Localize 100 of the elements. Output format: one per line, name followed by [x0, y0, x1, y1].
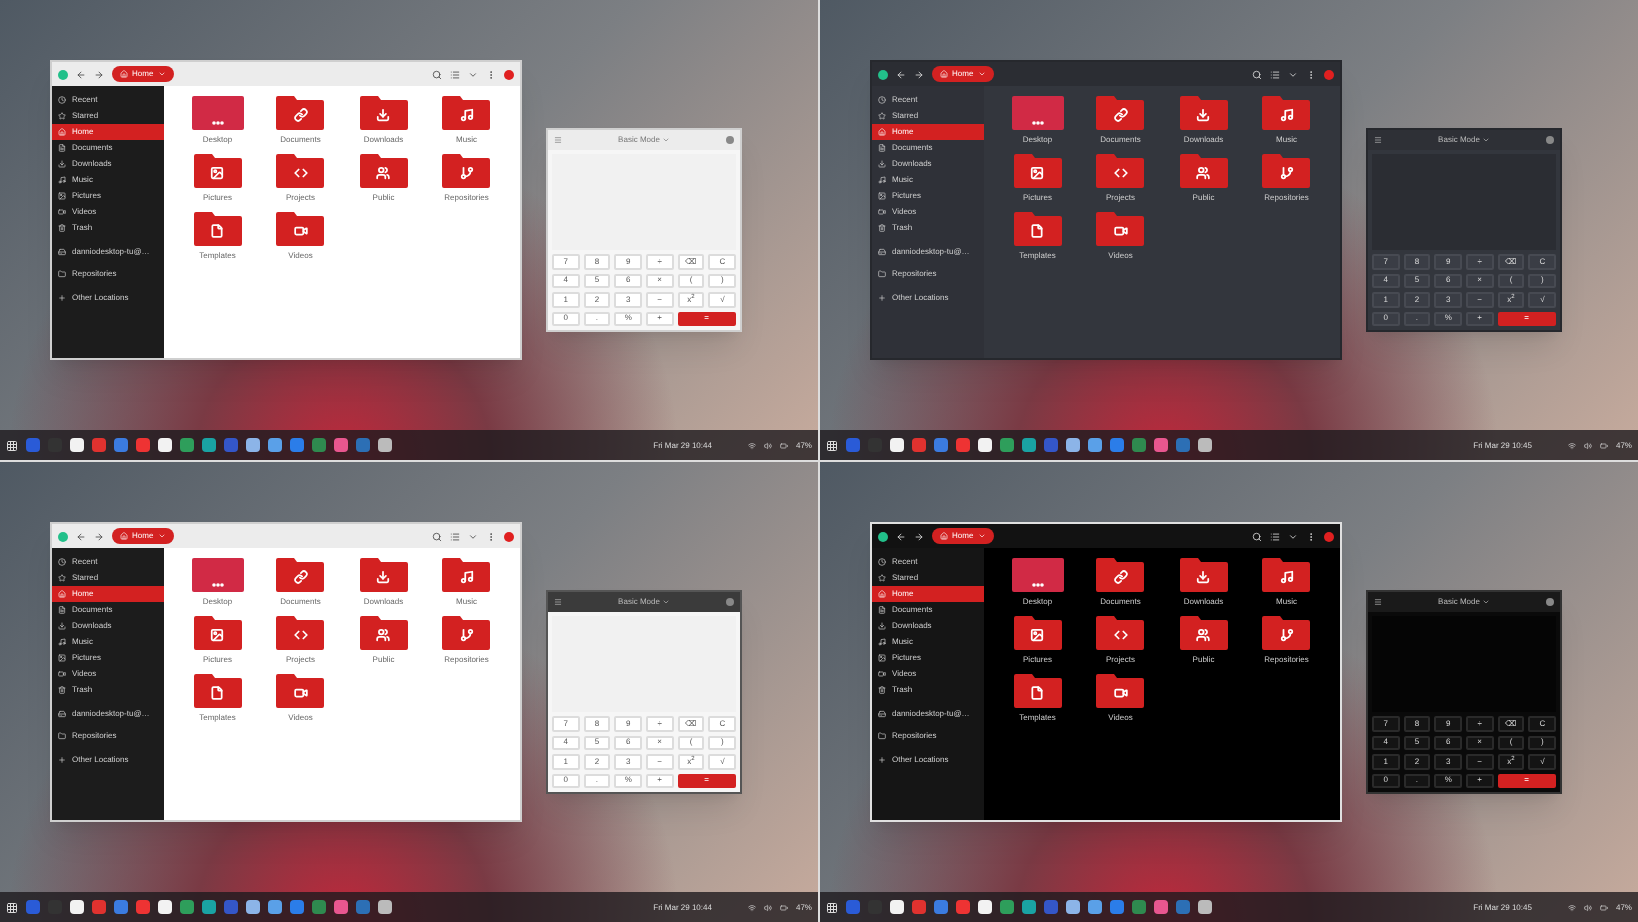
folder-icon	[359, 154, 408, 188]
list-view-icon[interactable]	[1270, 69, 1280, 79]
video-camera-icon	[878, 208, 886, 216]
close-button[interactable]	[1324, 69, 1334, 79]
clock-icon	[878, 558, 886, 566]
forward-arrow-icon[interactable]	[94, 531, 104, 541]
folder-icon	[1096, 212, 1145, 246]
menu-icon[interactable]	[1374, 598, 1382, 606]
document-icon	[58, 606, 66, 614]
forward-arrow-icon[interactable]	[94, 69, 104, 79]
download-icon	[878, 622, 886, 630]
image-icon	[58, 654, 66, 662]
caret-icon[interactable]	[468, 69, 478, 79]
wifi-icon	[747, 441, 756, 449]
download-icon	[58, 622, 66, 630]
home-icon	[58, 128, 66, 136]
clock-icon	[58, 96, 66, 104]
plus-icon	[878, 756, 886, 764]
folder-icon	[58, 270, 66, 278]
video-camera-icon	[58, 208, 66, 216]
close-button[interactable]	[1546, 598, 1554, 606]
back-arrow-icon[interactable]	[76, 69, 86, 79]
volume-icon	[1583, 903, 1592, 911]
app-grid-icon[interactable]	[6, 901, 18, 913]
folder-icon	[1096, 96, 1145, 130]
folder-icon	[1262, 96, 1311, 130]
close-button[interactable]	[726, 136, 734, 144]
folder-icon	[58, 732, 66, 740]
folder-icon	[442, 558, 491, 592]
image-icon	[58, 192, 66, 200]
close-button[interactable]	[726, 598, 734, 606]
home-icon	[940, 70, 948, 78]
video-camera-icon	[878, 670, 886, 678]
close-button[interactable]	[504, 531, 514, 541]
folder-icon	[1096, 154, 1145, 188]
close-button[interactable]	[1546, 136, 1554, 144]
search-icon[interactable]	[432, 69, 442, 79]
folder-icon	[359, 96, 408, 130]
back-arrow-icon[interactable]	[896, 69, 906, 79]
volume-icon	[763, 441, 772, 449]
list-view-icon[interactable]	[1270, 531, 1280, 541]
folder-icon	[193, 212, 242, 246]
close-button[interactable]	[504, 69, 514, 79]
folder-icon	[276, 96, 325, 130]
home-icon	[120, 532, 128, 540]
desktop-folder-icon	[1011, 558, 1064, 592]
folder-icon	[878, 732, 886, 740]
folder-icon	[1013, 212, 1062, 246]
search-icon[interactable]	[432, 531, 442, 541]
music-note-icon	[878, 176, 886, 184]
folder-icon	[442, 616, 491, 650]
folder-icon	[276, 616, 325, 650]
download-icon	[58, 160, 66, 168]
app-grid-icon[interactable]	[826, 901, 838, 913]
battery-icon	[1599, 903, 1608, 911]
drive-icon	[878, 710, 886, 718]
menu-icon[interactable]	[1374, 136, 1382, 144]
back-arrow-icon[interactable]	[896, 531, 906, 541]
caret-icon[interactable]	[468, 531, 478, 541]
folder-icon	[1179, 558, 1228, 592]
home-icon	[878, 590, 886, 598]
folder-icon	[1262, 558, 1311, 592]
list-view-icon[interactable]	[450, 69, 460, 79]
desktop-folder-icon	[191, 96, 244, 130]
plus-icon	[58, 294, 66, 302]
forward-arrow-icon[interactable]	[914, 69, 924, 79]
folder-icon	[1013, 674, 1062, 708]
drive-icon	[878, 248, 886, 256]
image-icon	[878, 192, 886, 200]
desktop-folder-icon	[191, 558, 244, 592]
forward-arrow-icon[interactable]	[914, 531, 924, 541]
trash-icon	[58, 224, 66, 232]
folder-icon	[193, 674, 242, 708]
image-icon	[878, 654, 886, 662]
folder-icon	[276, 558, 325, 592]
wifi-icon	[747, 903, 756, 911]
plus-icon	[58, 756, 66, 764]
back-arrow-icon[interactable]	[76, 531, 86, 541]
clock-icon	[58, 558, 66, 566]
music-note-icon	[878, 638, 886, 646]
desktop-folder-icon	[1011, 96, 1064, 130]
app-grid-icon[interactable]	[6, 439, 18, 451]
folder-icon	[1179, 616, 1228, 650]
battery-icon	[1599, 441, 1608, 449]
app-grid-icon[interactable]	[826, 439, 838, 451]
document-icon	[878, 144, 886, 152]
list-view-icon[interactable]	[450, 531, 460, 541]
home-icon	[120, 70, 128, 78]
folder-icon	[276, 154, 325, 188]
folder-icon	[442, 154, 491, 188]
wifi-icon	[1567, 441, 1576, 449]
folder-icon	[193, 154, 242, 188]
star-icon	[58, 112, 66, 120]
video-camera-icon	[58, 670, 66, 678]
folder-icon	[878, 270, 886, 278]
star-icon	[878, 574, 886, 582]
folder-icon	[276, 674, 325, 708]
close-button[interactable]	[1324, 531, 1334, 541]
home-icon	[58, 590, 66, 598]
document-icon	[58, 144, 66, 152]
